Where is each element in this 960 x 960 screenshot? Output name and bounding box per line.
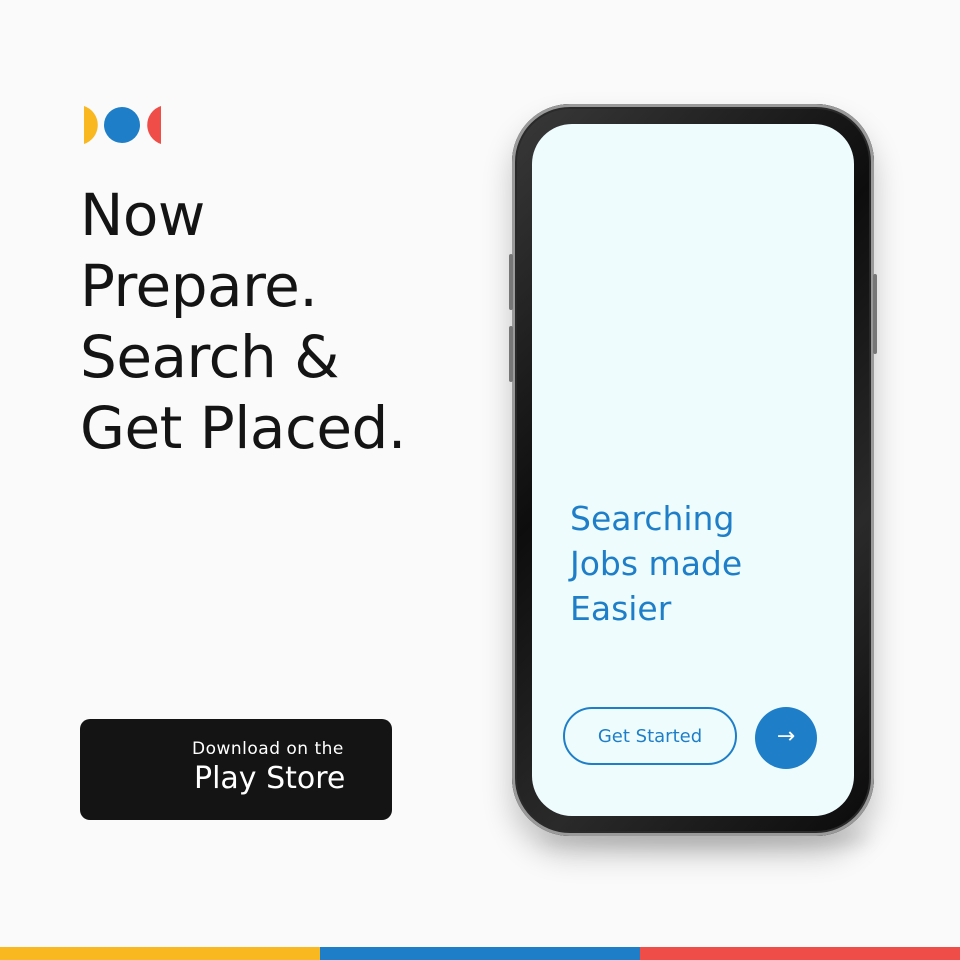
logo-yellow-half-circle — [84, 106, 98, 144]
color-bar-blue — [320, 947, 640, 960]
play-store-download-button[interactable]: Download on the Play Store — [80, 719, 392, 820]
headline: Now Prepare. Search & Get Placed. — [80, 180, 406, 464]
phone-mockup: Searching Jobs made Easier Get Started → — [509, 104, 877, 836]
next-arrow-button[interactable]: → — [755, 707, 817, 769]
brand-logo-icon — [84, 106, 161, 144]
phone-screen: Searching Jobs made Easier Get Started → — [532, 124, 854, 816]
color-bar-red — [640, 947, 960, 960]
store-button-subtitle: Download on the — [192, 739, 344, 759]
screen-title-line: Searching — [570, 499, 735, 538]
phone-power-button — [873, 274, 877, 354]
headline-line: Now — [80, 181, 205, 249]
phone-volume-button — [509, 254, 513, 310]
color-bar-yellow — [0, 947, 320, 960]
get-started-button[interactable]: Get Started — [563, 707, 737, 765]
store-button-title: Play Store — [194, 761, 346, 796]
logo-blue-circle — [104, 107, 140, 143]
logo-red-half-circle — [147, 106, 161, 144]
phone-volume-button — [509, 326, 513, 382]
headline-line: Get Placed. — [80, 394, 406, 462]
headline-line: Search & — [80, 323, 339, 391]
screen-title-line: Easier — [570, 589, 672, 628]
headline-line: Prepare. — [80, 252, 318, 320]
brand-color-bar — [0, 947, 960, 960]
arrow-right-icon: → — [776, 724, 796, 749]
screen-title: Searching Jobs made Easier — [570, 496, 742, 631]
screen-title-line: Jobs made — [570, 544, 743, 583]
